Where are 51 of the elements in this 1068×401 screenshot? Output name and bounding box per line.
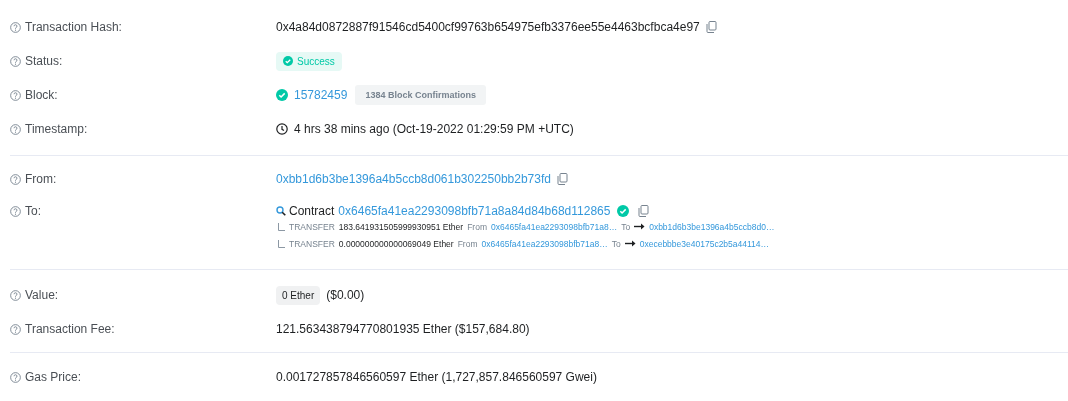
- field-label: Timestamp:: [25, 122, 88, 136]
- address-link[interactable]: 0xbb1d6b3be1396a4b5ccb8d061b302250bb2b73fd: [276, 172, 551, 186]
- transaction-hash: 0x4a84d0872887f91546cd5400cf99763b654975efb3376ee55e4463bcfbca4e97: [276, 20, 700, 34]
- field-label: Status:: [25, 54, 63, 68]
- field-label: To:: [25, 204, 41, 218]
- check-circle-icon: [276, 89, 288, 101]
- help-icon[interactable]: [10, 323, 21, 335]
- field-value: 0.001727857846560597 Ether (1,727,857.846560597 Gwei): [276, 370, 597, 384]
- field-label: Value:: [25, 288, 59, 302]
- help-icon[interactable]: [10, 89, 21, 101]
- usd-value: ($0.00): [326, 288, 365, 302]
- ether-badge: 0 Ether: [276, 285, 321, 305]
- field-label: Block:: [25, 88, 58, 102]
- from-label: From: [457, 238, 478, 249]
- transfer-amount: 183.641931505999930951 Ether: [338, 221, 464, 232]
- field-label: Transaction Fee:: [25, 322, 115, 336]
- contract-label: Contract: [289, 204, 335, 218]
- to-label: To: [611, 238, 621, 249]
- copy-icon[interactable]: [556, 173, 568, 185]
- help-icon[interactable]: [10, 205, 21, 217]
- search-icon: [276, 206, 286, 216]
- transfer-type: TRANSFER: [289, 221, 335, 232]
- copy-icon[interactable]: [638, 205, 650, 217]
- from-link[interactable]: 0x6465fa41ea2293098bfb71a8…: [490, 221, 618, 232]
- to-link[interactable]: 0xecebbbe3e40175c2b5a44114…: [639, 238, 770, 249]
- field-label: Gas Price:: [25, 370, 81, 384]
- field-value: 121.563438794770801935 Ether ($157,684.80): [276, 322, 530, 336]
- help-icon[interactable]: [10, 173, 21, 185]
- from-label: From: [467, 221, 487, 232]
- help-icon[interactable]: [10, 55, 21, 67]
- confirmations-badge: 1384 Block Confirmations: [355, 85, 486, 105]
- arrow-icon: [634, 223, 646, 230]
- transfer-amount: 0.000000000000069049 Ether: [338, 238, 454, 249]
- field-label: From:: [25, 172, 57, 186]
- from-link[interactable]: 0x6465fa41ea2293098bfb71a8…: [481, 238, 608, 249]
- block-link[interactable]: 15782459: [294, 88, 348, 102]
- field-label: Transaction Hash:: [25, 20, 122, 34]
- timestamp-text: 4 hrs 38 mins ago (Oct-19-2022 01:29:59 PM +UTC): [294, 122, 574, 136]
- status-badge: Success: [276, 51, 342, 71]
- copy-icon[interactable]: [705, 21, 717, 33]
- to-label: To: [621, 221, 631, 232]
- help-icon[interactable]: [10, 123, 21, 135]
- help-icon[interactable]: [10, 289, 21, 301]
- clock-icon: [276, 123, 288, 135]
- contract-link[interactable]: 0x6465fa41ea2293098bfb71a8a84d84b68d112865: [338, 204, 611, 218]
- to-link[interactable]: 0xbb1d6b3be1396a4b5ccb8d0…: [649, 221, 775, 232]
- transfer-type: TRANSFER: [289, 238, 335, 249]
- help-icon[interactable]: [10, 371, 21, 383]
- arrow-icon: [624, 240, 636, 247]
- check-circle-icon: [617, 205, 630, 217]
- help-icon[interactable]: [10, 21, 21, 33]
